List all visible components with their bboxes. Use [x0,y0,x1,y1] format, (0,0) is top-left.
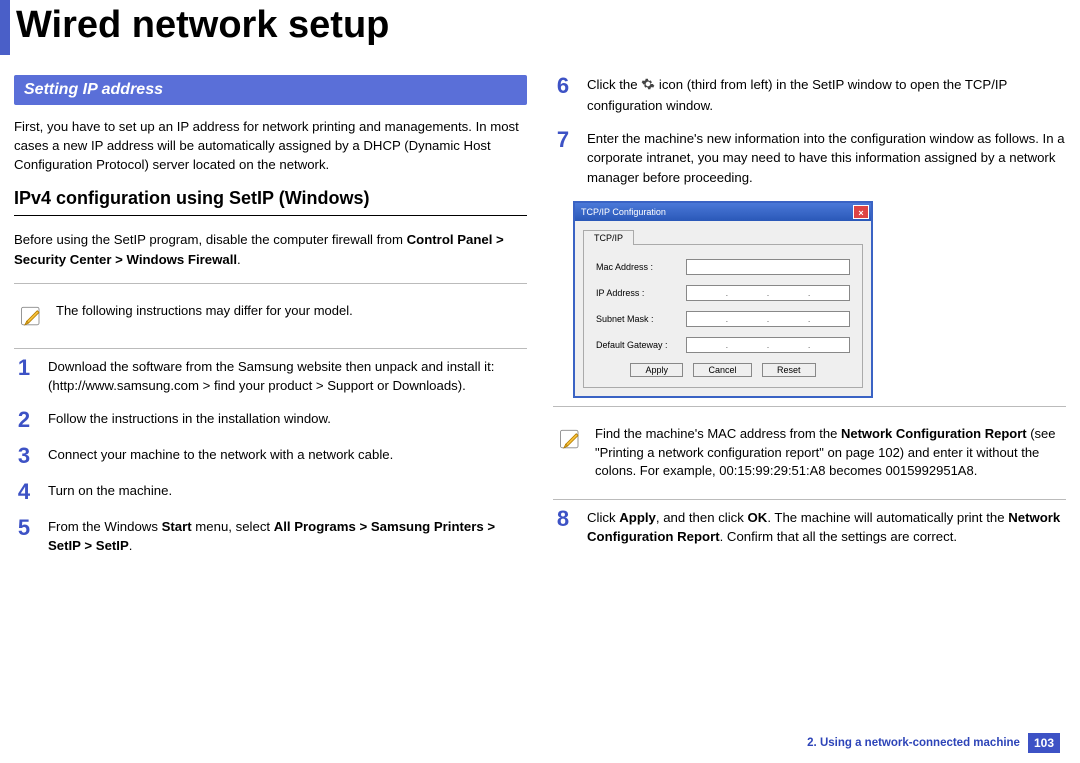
tcpip-dialog-screenshot: TCP/IP Configuration × TCP/IP Mac Addres… [573,201,873,398]
dialog-title: TCP/IP Configuration [581,207,666,217]
section-banner: Setting IP address [14,75,527,105]
label-gateway: Default Gateway : [596,340,686,350]
apply-button: Apply [630,363,683,377]
note2-rule-bottom [553,499,1066,500]
step-text: Download the software from the Samsung w… [48,357,527,395]
s8a: Click [587,510,619,525]
note-mac-address: Find the machine's MAC address from the … [553,415,1066,492]
row-mac: Mac Address : [596,259,850,275]
step-number: 2 [14,409,34,431]
reset-button: Reset [762,363,816,377]
step-6: 6 Click the icon (third from left) in th… [553,75,1066,115]
step-number: 4 [14,481,34,503]
note-rule-bottom [14,348,527,349]
cancel-button: Cancel [693,363,751,377]
dialog-titlebar: TCP/IP Configuration × [575,203,871,221]
input-gateway: ... [686,337,850,353]
note-pencil-icon [18,302,46,330]
row-ip: IP Address : ... [596,285,850,301]
step5-c: menu, select [192,519,274,534]
steps-right-top: 6 Click the icon (third from left) in th… [553,75,1066,187]
step-text: Click the icon (third from left) in the … [587,75,1066,115]
step-8: 8 Click Apply, and then click OK. The ma… [553,508,1066,546]
step-number: 8 [553,508,573,546]
step5-e: . [129,538,133,553]
content-columns: Setting IP address First, you have to se… [0,75,1080,569]
footer-page-number: 103 [1028,733,1060,753]
note-mac-text: Find the machine's MAC address from the … [595,425,1062,482]
step-1: 1 Download the software from the Samsung… [14,357,527,395]
s8b: Apply [619,510,656,525]
s8c: , and then click [656,510,748,525]
intro-paragraph: First, you have to set up an IP address … [14,117,527,174]
note2-rule-top [553,406,1066,407]
step-text: Click Apply, and then click OK. The mach… [587,508,1066,546]
dialog-panel: Mac Address : IP Address : ... Subnet Ma… [583,244,863,388]
step-4: 4 Turn on the machine. [14,481,527,503]
label-ip: IP Address : [596,288,686,298]
step6-a: Click the [587,77,641,92]
s8e: . The machine will automatically print t… [767,510,1008,525]
steps-right-bottom: 8 Click Apply, and then click OK. The ma… [553,508,1066,546]
step-number: 1 [14,357,34,395]
step-number: 5 [14,517,34,555]
step5-a: From the Windows [48,519,162,534]
step-text: From the Windows Start menu, select All … [48,517,527,555]
before-text-lead: Before using the SetIP program, disable … [14,232,407,247]
subheading-ipv4: IPv4 configuration using SetIP (Windows) [14,188,527,209]
left-column: Setting IP address First, you have to se… [14,75,527,569]
page-footer: 2. Using a network-connected machine 103 [807,733,1060,753]
note-pencil-icon [557,425,585,453]
right-column: 6 Click the icon (third from left) in th… [553,75,1066,569]
step-text: Connect your machine to the network with… [48,445,527,467]
step-text: Follow the instructions in the installat… [48,409,527,431]
step-2: 2 Follow the instructions in the install… [14,409,527,431]
dialog-body: TCP/IP Mac Address : IP Address : ... Su… [575,221,871,396]
step-7: 7 Enter the machine's new information in… [553,129,1066,186]
steps-left: 1 Download the software from the Samsung… [14,357,527,556]
note-model-text: The following instructions may differ fo… [56,302,353,330]
step5-b: Start [162,519,192,534]
label-mac: Mac Address : [596,262,686,272]
step-5: 5 From the Windows Start menu, select Al… [14,517,527,555]
dialog-buttons: Apply Cancel Reset [596,363,850,377]
step-number: 6 [553,75,573,115]
subheading-rule [14,215,527,216]
dialog-tab: TCP/IP [583,230,634,245]
input-mac [686,259,850,275]
page-title: Wired network setup [0,0,1080,55]
note-rule-top [14,283,527,284]
input-ip: ... [686,285,850,301]
footer-chapter: 2. Using a network-connected machine [807,737,1020,749]
step-number: 7 [553,129,573,186]
gear-icon [641,77,655,96]
step-3: 3 Connect your machine to the network wi… [14,445,527,467]
step-text: Enter the machine's new information into… [587,129,1066,186]
step-text: Turn on the machine. [48,481,527,503]
s8g: . Confirm that all the settings are corr… [720,529,957,544]
row-gateway: Default Gateway : ... [596,337,850,353]
before-using-paragraph: Before using the SetIP program, disable … [14,230,527,268]
label-subnet: Subnet Mask : [596,314,686,324]
close-icon: × [853,205,869,219]
before-text-tail: . [237,252,241,267]
note2-a: Find the machine's MAC address from the [595,426,841,441]
row-subnet: Subnet Mask : ... [596,311,850,327]
s8d: OK [748,510,768,525]
input-subnet: ... [686,311,850,327]
step-number: 3 [14,445,34,467]
note-model-differ: The following instructions may differ fo… [14,292,527,340]
note2-b: Network Configuration Report [841,426,1027,441]
